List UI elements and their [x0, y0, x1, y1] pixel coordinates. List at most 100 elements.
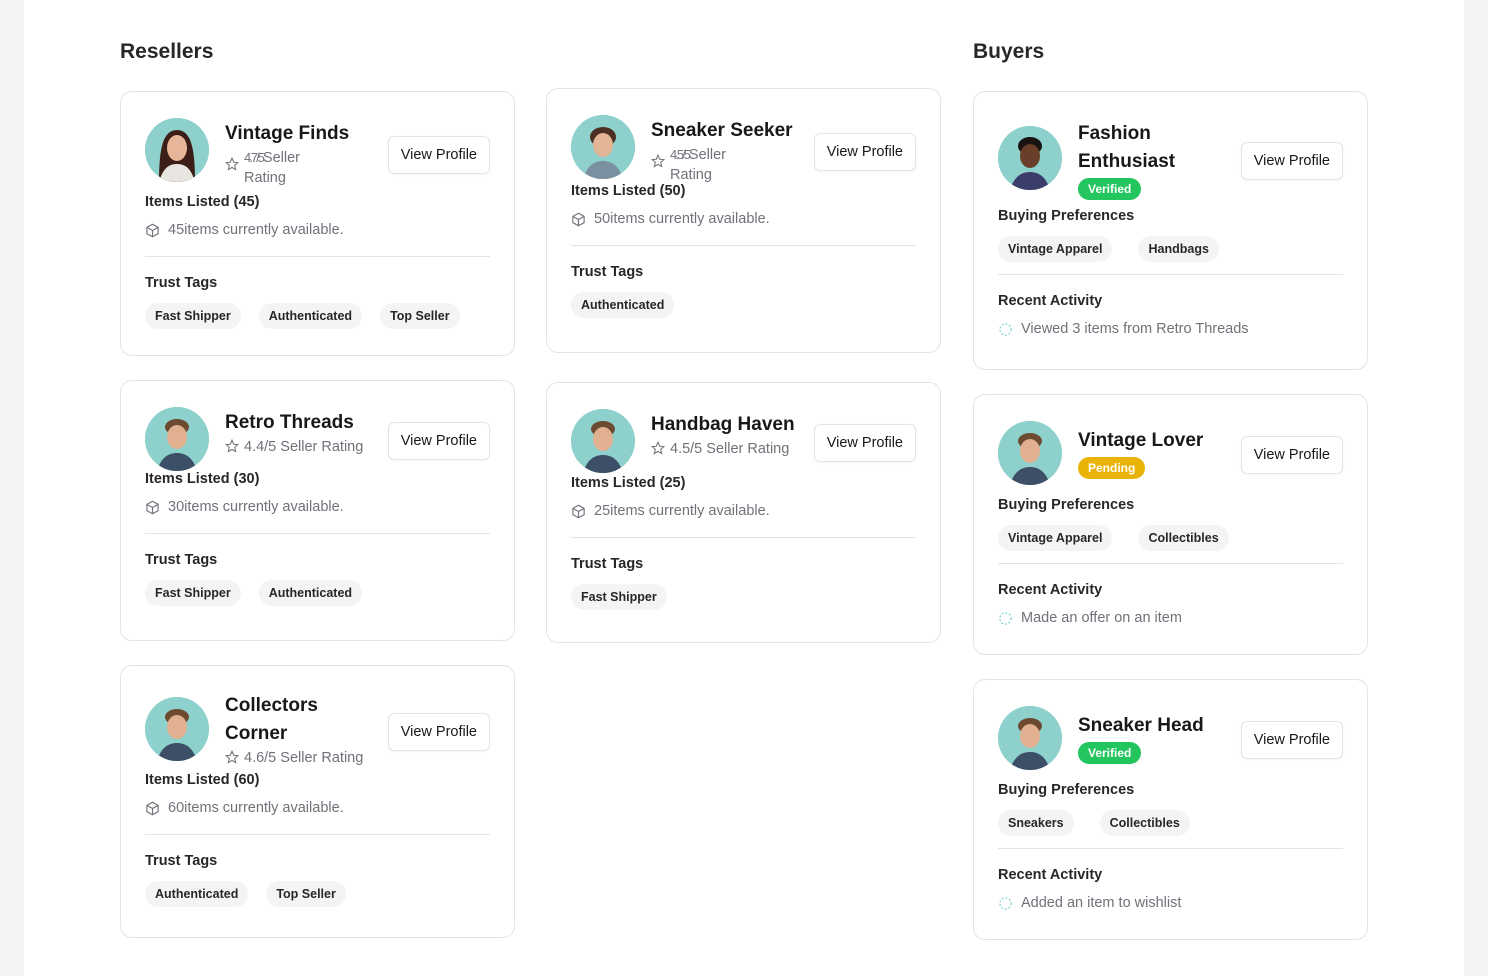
activity-dots-icon — [999, 322, 1012, 336]
trust-tag: Top Seller — [266, 881, 346, 907]
view-profile-button[interactable]: View Profile — [387, 422, 490, 460]
reseller-card-sneaker-seeker: Sneaker Seeker 4.5/5Seller Rating View Pr… — [546, 88, 941, 353]
avatar — [998, 706, 1062, 770]
resellers-heading: Resellers — [120, 40, 214, 63]
view-profile-button[interactable]: View Profile — [1240, 436, 1343, 474]
avatar-man-icon — [145, 407, 209, 471]
preference-tag: Sneakers — [998, 810, 1074, 836]
avatar — [998, 126, 1062, 190]
trust-tag: Fast Shipper — [571, 584, 667, 610]
divider — [145, 533, 490, 534]
avatar — [571, 115, 635, 179]
view-profile-button[interactable]: View Profile — [1240, 721, 1343, 759]
buying-preferences: Vintage Apparel Collectibles — [998, 525, 1343, 551]
reseller-name: Sneaker Seeker — [651, 120, 793, 141]
preference-tag: Collectibles — [1099, 810, 1190, 836]
avatar-woman-icon — [998, 126, 1062, 190]
trust-tags: Fast Shipper — [571, 584, 916, 610]
view-profile-button[interactable]: View Profile — [1240, 142, 1343, 180]
divider — [571, 537, 916, 538]
seller-rating: 4.4/5 Seller Rating — [225, 437, 385, 457]
divider — [998, 848, 1343, 849]
items-listed: Items Listed (25) — [571, 475, 686, 491]
package-icon — [146, 223, 159, 237]
trust-tag: Top Seller — [380, 303, 460, 329]
buyer-card-fashion-enthusiast: Fashion Enthusiast Verified View Profile … — [973, 91, 1368, 370]
rating-value: 4.7/5 — [244, 150, 265, 165]
divider — [998, 563, 1343, 564]
avatar-man-icon — [145, 697, 209, 761]
items-available: 50items currently available. — [571, 211, 916, 227]
recent-activity: Added an item to wishlist — [998, 895, 1343, 911]
items-available: 25items currently available. — [571, 503, 916, 519]
divider — [145, 256, 490, 257]
buyers-heading: Buyers — [973, 40, 1045, 63]
avatar-man-icon — [571, 115, 635, 179]
reseller-name: Retro Threads — [225, 412, 354, 433]
avatar-man-icon — [571, 409, 635, 473]
view-profile-button[interactable]: View Profile — [813, 133, 916, 171]
reseller-name: Vintage Finds — [225, 123, 350, 144]
divider — [571, 245, 916, 246]
page: Resellers Buyers Vintage Finds 4.7/5Sell… — [24, 0, 1464, 976]
buyer-card-vintage-lover: Vintage Lover Pending View Profile Buyin… — [973, 394, 1368, 655]
items-listed: Items Listed (45) — [145, 194, 260, 210]
divider — [998, 274, 1343, 275]
trust-tags-label: Trust Tags — [571, 264, 644, 280]
activity-dots-icon — [999, 896, 1012, 910]
buyer-name: Sneaker Head — [1078, 715, 1204, 736]
recent-activity-label: Recent Activity — [998, 867, 1103, 883]
avatar-man-icon — [998, 421, 1062, 485]
items-available: 45items currently available. — [145, 222, 490, 238]
preference-tag: Handbags — [1138, 236, 1219, 262]
reseller-name: Collectors Corner — [225, 695, 318, 744]
trust-tags-label: Trust Tags — [145, 275, 218, 291]
seller-rating: 4.5/5 Seller Rating — [651, 439, 811, 459]
star-icon — [225, 750, 239, 764]
buying-preferences-label: Buying Preferences — [998, 497, 1135, 513]
trust-tag: Authenticated — [258, 303, 363, 329]
buying-preferences-label: Buying Preferences — [998, 782, 1135, 798]
reseller-name: Handbag Haven — [651, 414, 795, 435]
buying-preferences-label: Buying Preferences — [998, 208, 1135, 224]
recent-activity: Viewed 3 items from Retro Threads — [998, 321, 1343, 337]
avatar — [998, 421, 1062, 485]
preference-tag: Vintage Apparel — [998, 236, 1113, 262]
items-available: 60items currently available. — [145, 800, 490, 816]
star-icon — [225, 439, 239, 453]
trust-tags: Authenticated Top Seller — [145, 881, 490, 907]
trust-tag: Authenticated — [571, 292, 675, 318]
package-icon — [572, 212, 585, 226]
buyer-name: Vintage Lover — [1078, 430, 1204, 451]
trust-tag: Authenticated — [145, 881, 249, 907]
star-icon — [225, 157, 239, 171]
status-badge: Pending — [1078, 457, 1146, 479]
buying-preferences: Vintage Apparel Handbags — [998, 236, 1343, 262]
avatar — [145, 697, 209, 761]
trust-tags-label: Trust Tags — [571, 556, 644, 572]
items-available: 30items currently available. — [145, 499, 490, 515]
avatar-woman-icon — [145, 118, 209, 182]
view-profile-button[interactable]: View Profile — [387, 136, 490, 174]
divider — [145, 834, 490, 835]
recent-activity: Made an offer on an item — [998, 610, 1343, 626]
reseller-card-vintage-finds: Vintage Finds 4.7/5Seller Rating View Pro… — [120, 91, 515, 356]
reseller-card-handbag-haven: Handbag Haven 4.5/5 Seller Rating View P… — [546, 382, 941, 643]
package-icon — [146, 801, 159, 815]
trust-tags: Fast Shipper Authenticated — [145, 580, 490, 606]
view-profile-button[interactable]: View Profile — [387, 713, 490, 751]
reseller-card-retro-threads: Retro Threads 4.4/5 Seller Rating View P… — [120, 380, 515, 641]
items-listed: Items Listed (50) — [571, 183, 686, 199]
seller-rating: 4.7/5Seller Rating — [225, 148, 375, 188]
items-listed: Items Listed (30) — [145, 471, 260, 487]
package-icon — [572, 504, 585, 518]
trust-tags: Fast Shipper Authenticated Top Seller — [145, 303, 490, 329]
activity-dots-icon — [999, 611, 1012, 625]
avatar — [145, 407, 209, 471]
trust-tag: Fast Shipper — [145, 303, 241, 329]
status-badge: Verified — [1078, 178, 1142, 200]
recent-activity-label: Recent Activity — [998, 582, 1103, 598]
avatar — [145, 118, 209, 182]
avatar — [571, 409, 635, 473]
view-profile-button[interactable]: View Profile — [813, 424, 916, 462]
